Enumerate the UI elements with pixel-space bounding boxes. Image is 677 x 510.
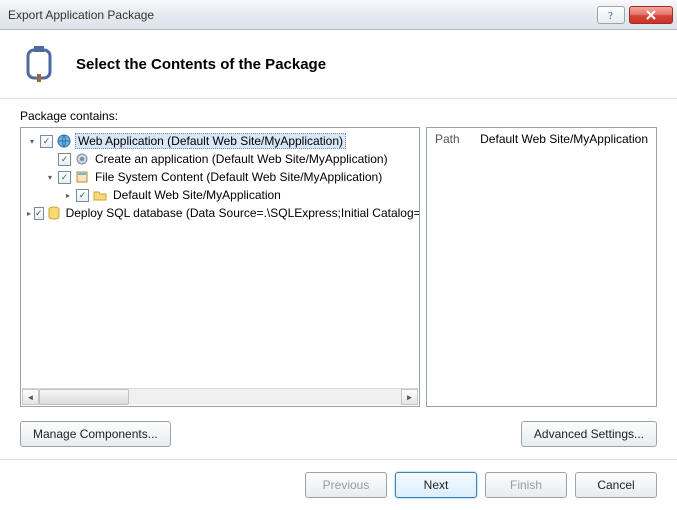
package-icon: [20, 44, 60, 84]
tree-node[interactable]: ✓ Create an application (Default Web Site…: [25, 150, 415, 168]
tree-node[interactable]: ▾✓ Web Application (Default Web Site/MyAp…: [25, 132, 415, 150]
expander-expand-icon[interactable]: ▸: [63, 191, 73, 200]
expander-collapse-icon[interactable]: ▾: [27, 137, 37, 146]
cancel-button[interactable]: Cancel: [575, 472, 657, 498]
contents-tree[interactable]: ▾✓Web Application (Default Web Site/MyAp…: [20, 127, 420, 407]
tree-node-label[interactable]: Web Application (Default Web Site/MyAppl…: [75, 133, 346, 149]
tree-node[interactable]: ▸✓Deploy SQL database (Data Source=.\SQL…: [25, 204, 415, 222]
manage-components-button[interactable]: Manage Components...: [20, 421, 171, 447]
tree-checkbox[interactable]: ✓: [40, 135, 53, 148]
svg-text:?: ?: [608, 10, 613, 21]
tree-checkbox[interactable]: ✓: [58, 171, 71, 184]
tree-node[interactable]: ▸✓ Default Web Site/MyApplication: [25, 186, 415, 204]
previous-button[interactable]: Previous: [305, 472, 387, 498]
titlebar: Export Application Package ?: [0, 0, 677, 30]
expander-collapse-icon[interactable]: ▾: [45, 173, 55, 182]
package-contains-label: Package contains:: [20, 109, 657, 123]
horizontal-scrollbar[interactable]: ◄ ►: [22, 388, 418, 405]
detail-key: Path: [435, 132, 460, 146]
scroll-right-button[interactable]: ►: [401, 389, 418, 405]
tree-node-label[interactable]: Create an application (Default Web Site/…: [93, 152, 390, 166]
database-icon: [47, 205, 61, 221]
tree-checkbox[interactable]: ✓: [76, 189, 89, 202]
page-heading: Select the Contents of the Package: [76, 56, 326, 73]
folder-icon: [92, 187, 108, 203]
finish-button[interactable]: Finish: [485, 472, 567, 498]
tree-checkbox[interactable]: ✓: [34, 207, 44, 220]
expander-expand-icon[interactable]: ▸: [27, 209, 31, 218]
tree-checkbox[interactable]: ✓: [58, 153, 71, 166]
filesystem-icon: [74, 169, 90, 185]
detail-value: Default Web Site/MyApplication: [480, 132, 648, 146]
close-button[interactable]: [629, 6, 673, 24]
tree-node-label[interactable]: File System Content (Default Web Site/My…: [93, 170, 384, 184]
tree-node-label[interactable]: Default Web Site/MyApplication: [111, 188, 283, 202]
tree-node-label[interactable]: Deploy SQL database (Data Source=.\SQLEx…: [64, 206, 419, 220]
detail-panel: Path Default Web Site/MyApplication: [426, 127, 657, 407]
help-button[interactable]: ?: [597, 6, 625, 24]
wizard-header: Select the Contents of the Package: [0, 30, 677, 99]
scroll-thumb[interactable]: [39, 389, 129, 405]
next-button[interactable]: Next: [395, 472, 477, 498]
gear-icon: [74, 151, 90, 167]
scroll-left-button[interactable]: ◄: [22, 389, 39, 405]
globe-icon: [56, 133, 72, 149]
window-title: Export Application Package: [8, 8, 593, 22]
tree-node[interactable]: ▾✓ File System Content (Default Web Site/…: [25, 168, 415, 186]
wizard-footer: Previous Next Finish Cancel: [0, 459, 677, 510]
advanced-settings-button[interactable]: Advanced Settings...: [521, 421, 657, 447]
